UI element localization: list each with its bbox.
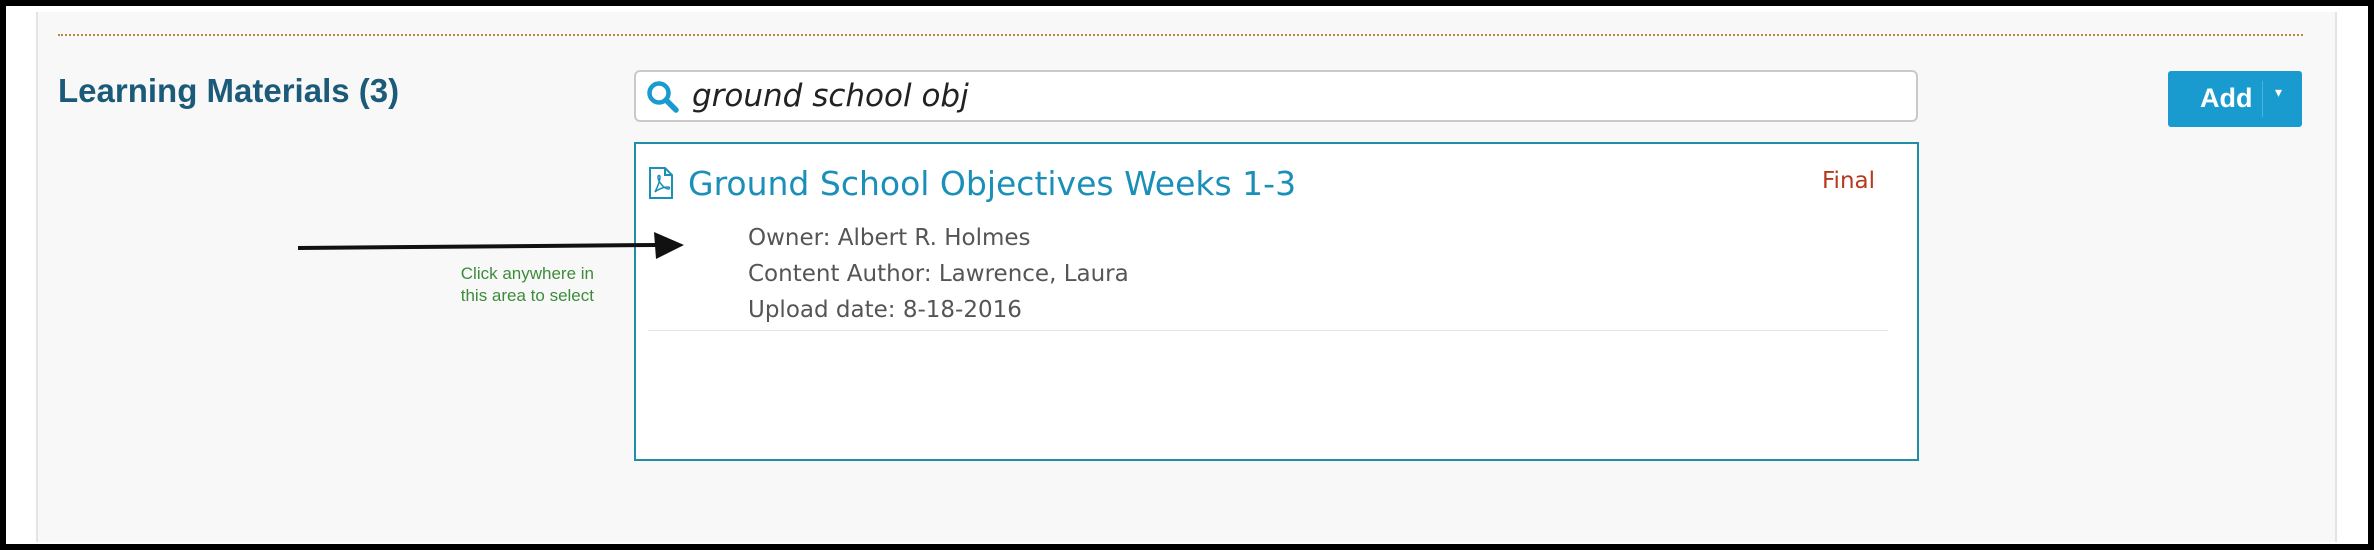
add-button-label: Add [2200, 83, 2253, 113]
search-box[interactable] [634, 70, 1918, 122]
status-badge: Final [1822, 168, 1876, 194]
result-author: Content Author: Lawrence, Laura [748, 261, 1129, 287]
pdf-file-icon [649, 167, 673, 199]
section-title: Learning Materials (3) [58, 72, 400, 109]
result-owner: Owner: Albert R. Holmes [748, 225, 1031, 251]
annotation-text: Click anywhere in this area to select [390, 263, 594, 307]
section-divider [58, 34, 2303, 36]
add-button[interactable]: Add ▾ [2168, 71, 2302, 127]
result-title-link[interactable]: Ground School Objectives Weeks 1-3 [688, 164, 1296, 203]
search-results-panel: Ground School Objectives Weeks 1-3 Final… [634, 142, 1919, 461]
annotation-line-1: Click anywhere in [460, 264, 594, 283]
result-upload-date: Upload date: 8-18-2016 [748, 297, 1022, 323]
caret-down-icon[interactable]: ▾ [2275, 85, 2282, 101]
add-button-separator [2262, 81, 2263, 117]
result-divider [648, 330, 1888, 331]
search-input[interactable] [692, 77, 1892, 115]
annotation-arrow [297, 232, 684, 259]
annotation-line-2: this area to select [460, 286, 594, 305]
result-item[interactable]: Ground School Objectives Weeks 1-3 Final… [648, 158, 1888, 331]
search-icon [647, 81, 679, 113]
